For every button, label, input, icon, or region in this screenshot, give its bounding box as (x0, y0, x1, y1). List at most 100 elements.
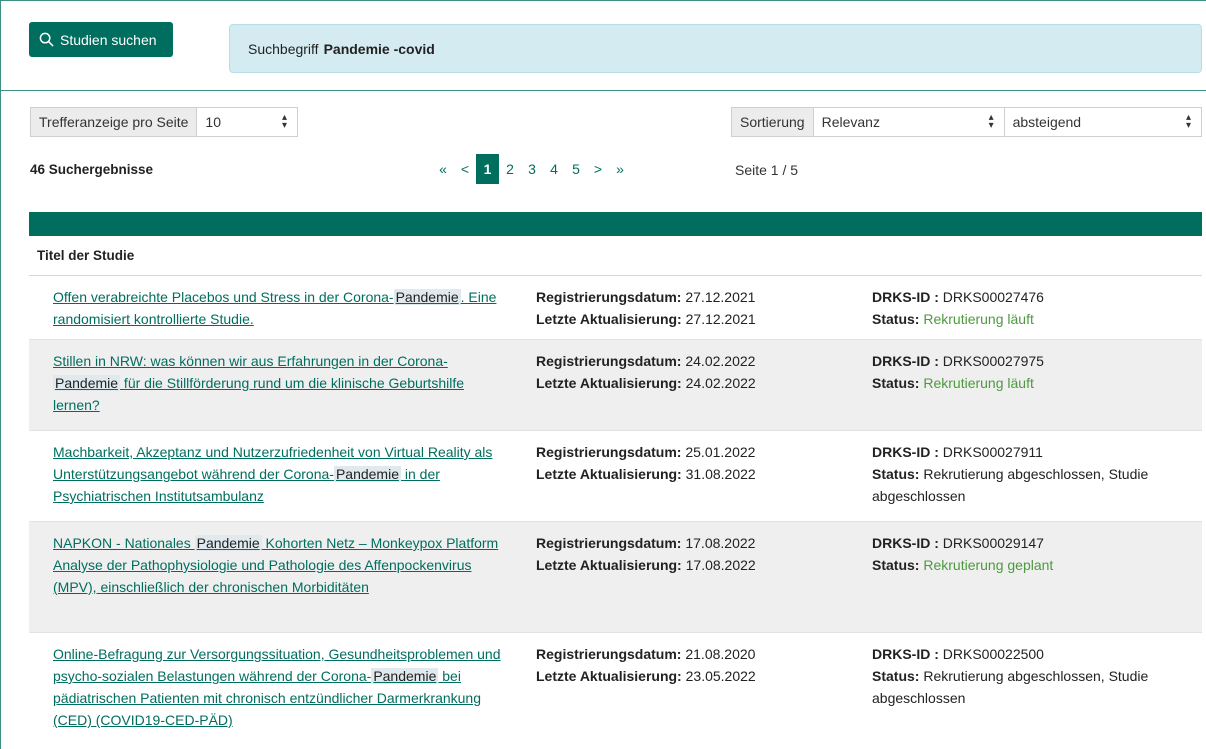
table-header-bar (29, 212, 1202, 236)
sort-by-value: Relevanz (821, 114, 880, 130)
search-button-label: Studien suchen (60, 31, 157, 48)
search-highlight: Pandemie (371, 668, 439, 684)
upd-date-label: Letzte Aktualisierung: (536, 557, 682, 573)
search-highlight: Pandemie (333, 466, 401, 482)
select-caret-icon: ▴ ▾ (1185, 112, 1191, 131)
study-title-cell: Online-Befragung zur Versorgungssituatio… (53, 643, 513, 731)
drks-id: DRKS00029147 (942, 535, 1044, 551)
title-text: Stillen in NRW: was können wir aus Erfah… (53, 353, 448, 369)
per-page-control: Trefferanzeige pro Seite 10 ▴ ▾ (30, 107, 298, 137)
per-page-value: 10 (205, 114, 221, 130)
dates-cell: Registrierungsdatum: 27.12.2021 Letzte A… (536, 286, 836, 330)
id-status-cell: DRKS-ID : DRKS00027911 Status: Rekrutier… (872, 441, 1192, 507)
sort-by-select[interactable]: Relevanz ▴ ▾ (814, 108, 1005, 136)
study-title-link[interactable]: Machbarkeit, Akzeptanz und Nutzerzufried… (53, 444, 492, 504)
select-caret-icon: ▴ ▾ (988, 112, 994, 131)
drks-id-label: DRKS-ID : (872, 353, 939, 369)
sort-control: Sortierung Relevanz ▴ ▾ absteigend ▴ ▾ (731, 107, 1202, 137)
prev-page-link[interactable]: < (454, 154, 476, 184)
next-page-link[interactable]: > (587, 154, 609, 184)
page-link-4[interactable]: 4 (543, 154, 565, 184)
status-value: Rekrutierung läuft (923, 375, 1034, 391)
upd-date: 17.08.2022 (685, 557, 756, 573)
table-row: NAPKON - Nationales Pandemie Kohorten Ne… (29, 522, 1202, 633)
id-status-cell: DRKS-ID : DRKS00022500 Status: Rekrutier… (872, 643, 1192, 709)
study-title-cell: Machbarkeit, Akzeptanz und Nutzerzufried… (53, 441, 513, 507)
per-page-label: Trefferanzeige pro Seite (31, 108, 198, 136)
page-link-2[interactable]: 2 (499, 154, 521, 184)
title-text: NAPKON - Nationales (53, 535, 195, 551)
study-title-cell: NAPKON - Nationales Pandemie Kohorten Ne… (53, 532, 513, 598)
study-title-link[interactable]: NAPKON - Nationales Pandemie Kohorten Ne… (53, 535, 498, 595)
reg-date-label: Registrierungsdatum: (536, 535, 682, 551)
search-highlight: Pandemie (53, 375, 121, 391)
id-status-cell: DRKS-ID : DRKS00027975 Status: Rekrutier… (872, 350, 1192, 394)
table-row: Machbarkeit, Akzeptanz und Nutzerzufried… (29, 431, 1202, 522)
page-link-3[interactable]: 3 (521, 154, 543, 184)
study-title-cell: Stillen in NRW: was können wir aus Erfah… (53, 350, 513, 416)
drks-id-label: DRKS-ID : (872, 535, 939, 551)
reg-date-label: Registrierungsdatum: (536, 444, 682, 460)
status-label: Status: (872, 311, 920, 327)
dates-cell: Registrierungsdatum: 21.08.2020 Letzte A… (536, 643, 836, 687)
search-icon (39, 32, 54, 47)
results-count: 46 Suchergebnisse (30, 162, 154, 177)
status-value: Rekrutierung läuft (923, 311, 1034, 327)
query-label: Suchbegriff (248, 40, 319, 57)
per-page-select[interactable]: 10 ▴ ▾ (197, 108, 297, 136)
status-value: Rekrutierung geplant (923, 557, 1054, 573)
drks-id: DRKS00027476 (942, 289, 1044, 305)
select-caret-icon: ▴ ▾ (281, 112, 287, 131)
reg-date-label: Registrierungsdatum: (536, 353, 682, 369)
upd-date-label: Letzte Aktualisierung: (536, 668, 682, 684)
table-row: Offen verabreichte Placebos und Stress i… (29, 277, 1202, 340)
reg-date-label: Registrierungsdatum: (536, 289, 682, 305)
pagination: « < 1 2 3 4 5 > » (432, 153, 631, 185)
reg-date: 25.01.2022 (685, 444, 756, 460)
page-link-1[interactable]: 1 (476, 154, 499, 184)
page-link-5[interactable]: 5 (565, 154, 587, 184)
upd-date: 27.12.2021 (685, 311, 756, 327)
study-title-link[interactable]: Offen verabreichte Placebos und Stress i… (53, 289, 496, 327)
id-status-cell: DRKS-ID : DRKS00029147 Status: Rekrutier… (872, 532, 1192, 576)
reg-date: 21.08.2020 (685, 646, 756, 662)
study-title-link[interactable]: Online-Befragung zur Versorgungssituatio… (53, 646, 501, 728)
dates-cell: Registrierungsdatum: 17.08.2022 Letzte A… (536, 532, 836, 576)
status-label: Status: (872, 375, 920, 391)
sort-label: Sortierung (732, 108, 814, 136)
drks-id-label: DRKS-ID : (872, 646, 939, 662)
search-studies-button[interactable]: Studien suchen (29, 22, 173, 57)
drks-id: DRKS00027911 (942, 444, 1043, 460)
status-label: Status: (872, 466, 920, 482)
column-title: Titel der Studie (29, 236, 1202, 276)
sort-order-select[interactable]: absteigend ▴ ▾ (1005, 108, 1201, 136)
upd-date-label: Letzte Aktualisierung: (536, 375, 682, 391)
search-query-info: Suchbegriff Pandemie -covid (229, 24, 1202, 73)
table-row: Online-Befragung zur Versorgungssituatio… (29, 633, 1202, 749)
last-page-link[interactable]: » (609, 154, 631, 184)
upd-date: 24.02.2022 (685, 375, 756, 391)
upd-date-label: Letzte Aktualisierung: (536, 311, 682, 327)
dates-cell: Registrierungsdatum: 24.02.2022 Letzte A… (536, 350, 836, 394)
table-row: Stillen in NRW: was können wir aus Erfah… (29, 340, 1202, 431)
dates-cell: Registrierungsdatum: 25.01.2022 Letzte A… (536, 441, 836, 485)
reg-date: 27.12.2021 (685, 289, 756, 305)
upd-date: 23.05.2022 (685, 668, 756, 684)
drks-id-label: DRKS-ID : (872, 289, 939, 305)
drks-id: DRKS00027975 (942, 353, 1044, 369)
study-title-cell: Offen verabreichte Placebos und Stress i… (53, 286, 513, 330)
status-label: Status: (872, 557, 920, 573)
id-status-cell: DRKS-ID : DRKS00027476 Status: Rekrutier… (872, 286, 1192, 330)
drks-id-label: DRKS-ID : (872, 444, 939, 460)
reg-date: 17.08.2022 (685, 535, 756, 551)
search-highlight: Pandemie (194, 535, 262, 551)
page-info: Seite 1 / 5 (735, 162, 799, 178)
drks-id: DRKS00022500 (942, 646, 1044, 662)
first-page-link[interactable]: « (432, 154, 454, 184)
reg-date-label: Registrierungsdatum: (536, 646, 682, 662)
study-title-link[interactable]: Stillen in NRW: was können wir aus Erfah… (53, 353, 464, 413)
status-label: Status: (872, 668, 920, 684)
upd-date: 31.08.2022 (685, 466, 756, 482)
reg-date: 24.02.2022 (685, 353, 756, 369)
query-value: Pandemie -covid (323, 40, 435, 57)
